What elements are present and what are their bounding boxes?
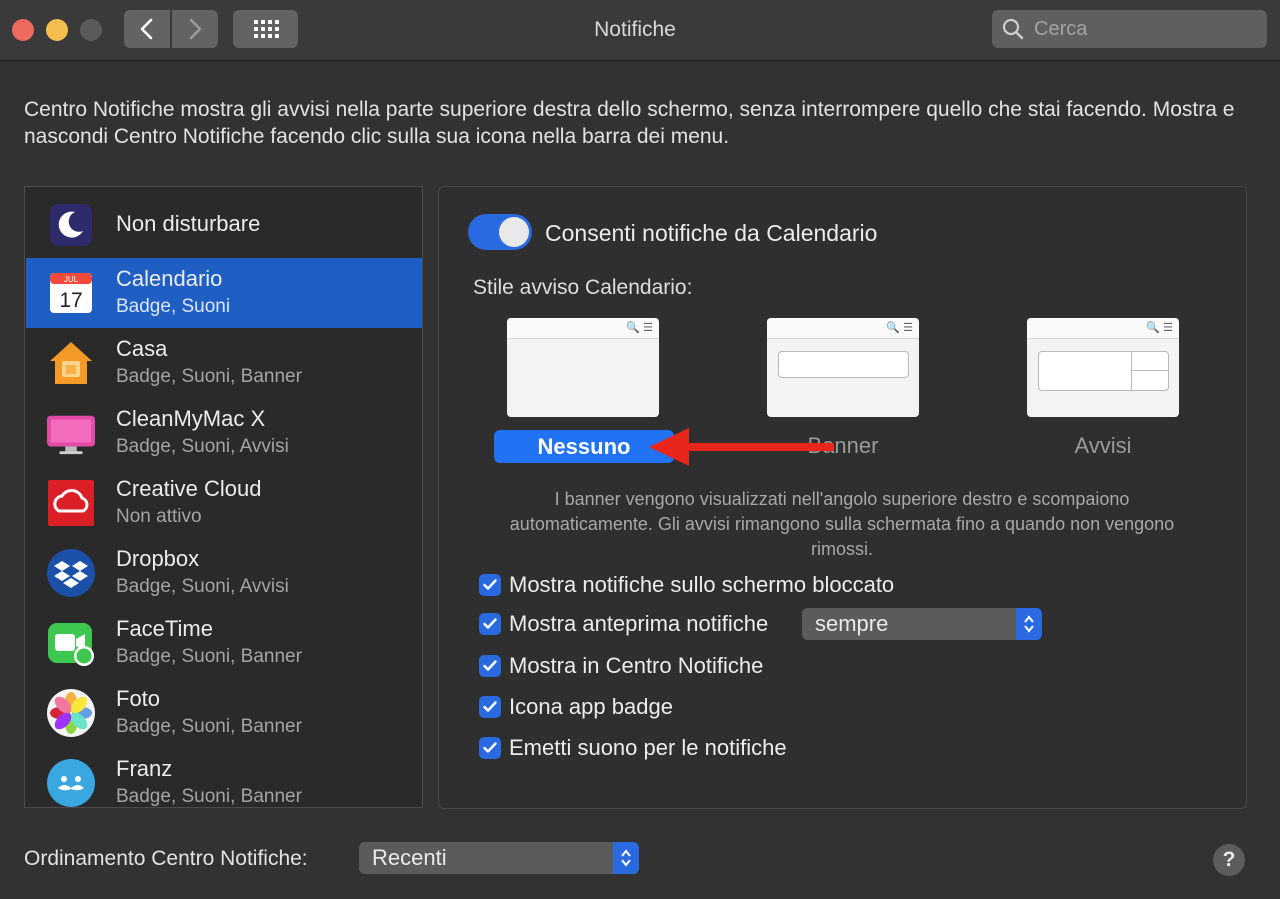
description-text: Centro Notifiche mostra gli avvisi nella… — [24, 98, 1235, 148]
list-item-creative-cloud[interactable]: Creative Cloud Non attivo — [26, 468, 422, 538]
preview-menu-bar: 🔍 ☰ — [507, 318, 659, 339]
checkmark-icon — [483, 618, 497, 629]
list-item-sub: Badge, Suoni, Avvisi — [116, 576, 289, 597]
list-item-name: Foto — [116, 686, 161, 711]
list-item-name: Franz — [116, 756, 173, 781]
list-item-dropbox[interactable]: Dropbox Badge, Suoni, Avvisi — [26, 538, 422, 608]
search-icon — [1002, 18, 1024, 40]
title-bar: Notifiche — [0, 0, 1280, 61]
search-field[interactable] — [992, 10, 1267, 48]
list-item-sub: Non attivo — [116, 506, 202, 527]
list-item-casa[interactable]: Casa Badge, Suoni, Banner — [26, 328, 422, 398]
list-item-sub: Badge, Suoni, Banner — [116, 366, 302, 387]
sort-select-value: Recenti — [372, 845, 447, 870]
preview-menubar-icons: 🔍 ☰ — [1146, 322, 1173, 334]
list-item-non-disturbare[interactable]: Non disturbare — [26, 188, 422, 258]
allow-notifications-label: Consenti notifiche da Calendario — [545, 220, 878, 246]
preview-banner-box — [778, 351, 909, 378]
list-item-name: Calendario — [116, 266, 223, 291]
list-item-name: FaceTime — [116, 616, 213, 641]
calendar-icon: JUL 17 — [46, 268, 96, 318]
alert-style-hint: I banner vengono visualizzati nell'angol… — [509, 489, 1175, 559]
list-item-name: Creative Cloud — [116, 476, 262, 501]
preview-select-value: sempre — [815, 611, 889, 636]
preview-select[interactable]: sempre — [802, 608, 1042, 640]
checkbox-row-preview[interactable]: Mostra anteprima notifiche — [479, 610, 768, 638]
list-item-sub: Badge, Suoni, Avvisi — [116, 436, 289, 457]
preview-alert-box — [1038, 351, 1169, 391]
checkbox[interactable] — [479, 696, 501, 718]
checkbox-label: Mostra in Centro Notifiche — [509, 653, 764, 678]
help-button[interactable]: ? — [1213, 844, 1245, 876]
home-icon — [46, 338, 96, 388]
preview-menubar-icons: 🔍 ☰ — [886, 322, 913, 334]
list-item-sub: Badge, Suoni, Banner — [116, 716, 302, 737]
checkmark-icon — [483, 742, 497, 753]
chevron-updown-icon — [1016, 608, 1042, 640]
alert-style-label: Stile avviso Calendario: — [473, 276, 693, 299]
annotation-arrow — [649, 428, 834, 466]
list-item-franz[interactable]: Franz Badge, Suoni, Banner — [26, 748, 422, 807]
checkbox-row-notification-center[interactable]: Mostra in Centro Notifiche — [479, 652, 763, 680]
checkbox-label: Emetti suono per le notifiche — [509, 735, 787, 760]
list-item-sub: Badge, Suoni, Banner — [116, 646, 302, 667]
franz-icon — [46, 758, 96, 807]
sort-select[interactable]: Recenti — [359, 842, 639, 874]
checkmark-icon — [483, 660, 497, 671]
checkbox[interactable] — [479, 613, 501, 635]
checkbox-row-badge[interactable]: Icona app badge — [479, 693, 673, 721]
moon-icon — [46, 200, 96, 250]
style-preview-none[interactable]: 🔍 ☰ — [507, 318, 659, 417]
list-item-calendario[interactable]: JUL 17 Calendario Badge, Suoni — [26, 258, 422, 328]
list-item-cleanmymac[interactable]: CleanMyMac X Badge, Suoni, Avvisi — [26, 398, 422, 468]
creative-cloud-icon — [46, 478, 96, 528]
calendar-month: JUL — [64, 275, 79, 284]
list-item-name: CleanMyMac X — [116, 406, 266, 431]
checkbox-label: Mostra notifiche sullo schermo bloccato — [509, 572, 895, 597]
checkmark-icon — [483, 579, 497, 590]
checkbox-label: Icona app badge — [509, 694, 673, 719]
allow-notifications-toggle[interactable] — [468, 214, 532, 250]
list-item-foto[interactable]: Foto Badge, Suoni, Banner — [26, 678, 422, 748]
settings-panel: Consenti notifiche da Calendario Stile a… — [438, 186, 1247, 809]
checkbox[interactable] — [479, 737, 501, 759]
chevron-updown-icon — [613, 842, 639, 874]
style-preview-banner[interactable]: 🔍 ☰ — [767, 318, 919, 417]
list-item-name: Dropbox — [116, 546, 200, 571]
list-item-facetime[interactable]: FaceTime Badge, Suoni, Banner — [26, 608, 422, 678]
photos-icon — [46, 688, 96, 738]
app-list[interactable]: Non disturbare JUL 17 Calendario Badge, … — [24, 186, 423, 808]
facetime-icon — [46, 618, 96, 668]
style-avvisi-label[interactable]: Avvisi — [1027, 433, 1179, 459]
list-item-name: Casa — [116, 336, 168, 361]
preview-menu-bar: 🔍 ☰ — [767, 318, 919, 339]
list-item-sub: Badge, Suoni — [116, 296, 231, 317]
dropbox-icon — [46, 548, 96, 598]
checkmark-icon — [483, 701, 497, 712]
search-input[interactable] — [1032, 16, 1256, 42]
calendar-day: 17 — [59, 289, 82, 312]
checkbox-row-lock-screen[interactable]: Mostra notifiche sullo schermo bloccato — [479, 571, 894, 599]
sort-label: Ordinamento Centro Notifiche: — [24, 847, 308, 870]
toggle-knob — [499, 217, 529, 247]
checkbox[interactable] — [479, 574, 501, 596]
list-item-sub: Badge, Suoni, Banner — [116, 786, 302, 807]
list-item-name: Non disturbare — [116, 211, 261, 236]
cleanmymac-icon — [46, 408, 96, 458]
preview-menubar-icons: 🔍 ☰ — [626, 322, 653, 334]
checkbox-label: Mostra anteprima notifiche — [509, 611, 769, 636]
checkbox-row-sound[interactable]: Emetti suono per le notifiche — [479, 734, 787, 762]
checkbox[interactable] — [479, 655, 501, 677]
preview-menu-bar: 🔍 ☰ — [1027, 318, 1179, 339]
style-preview-alerts[interactable]: 🔍 ☰ — [1027, 318, 1179, 417]
